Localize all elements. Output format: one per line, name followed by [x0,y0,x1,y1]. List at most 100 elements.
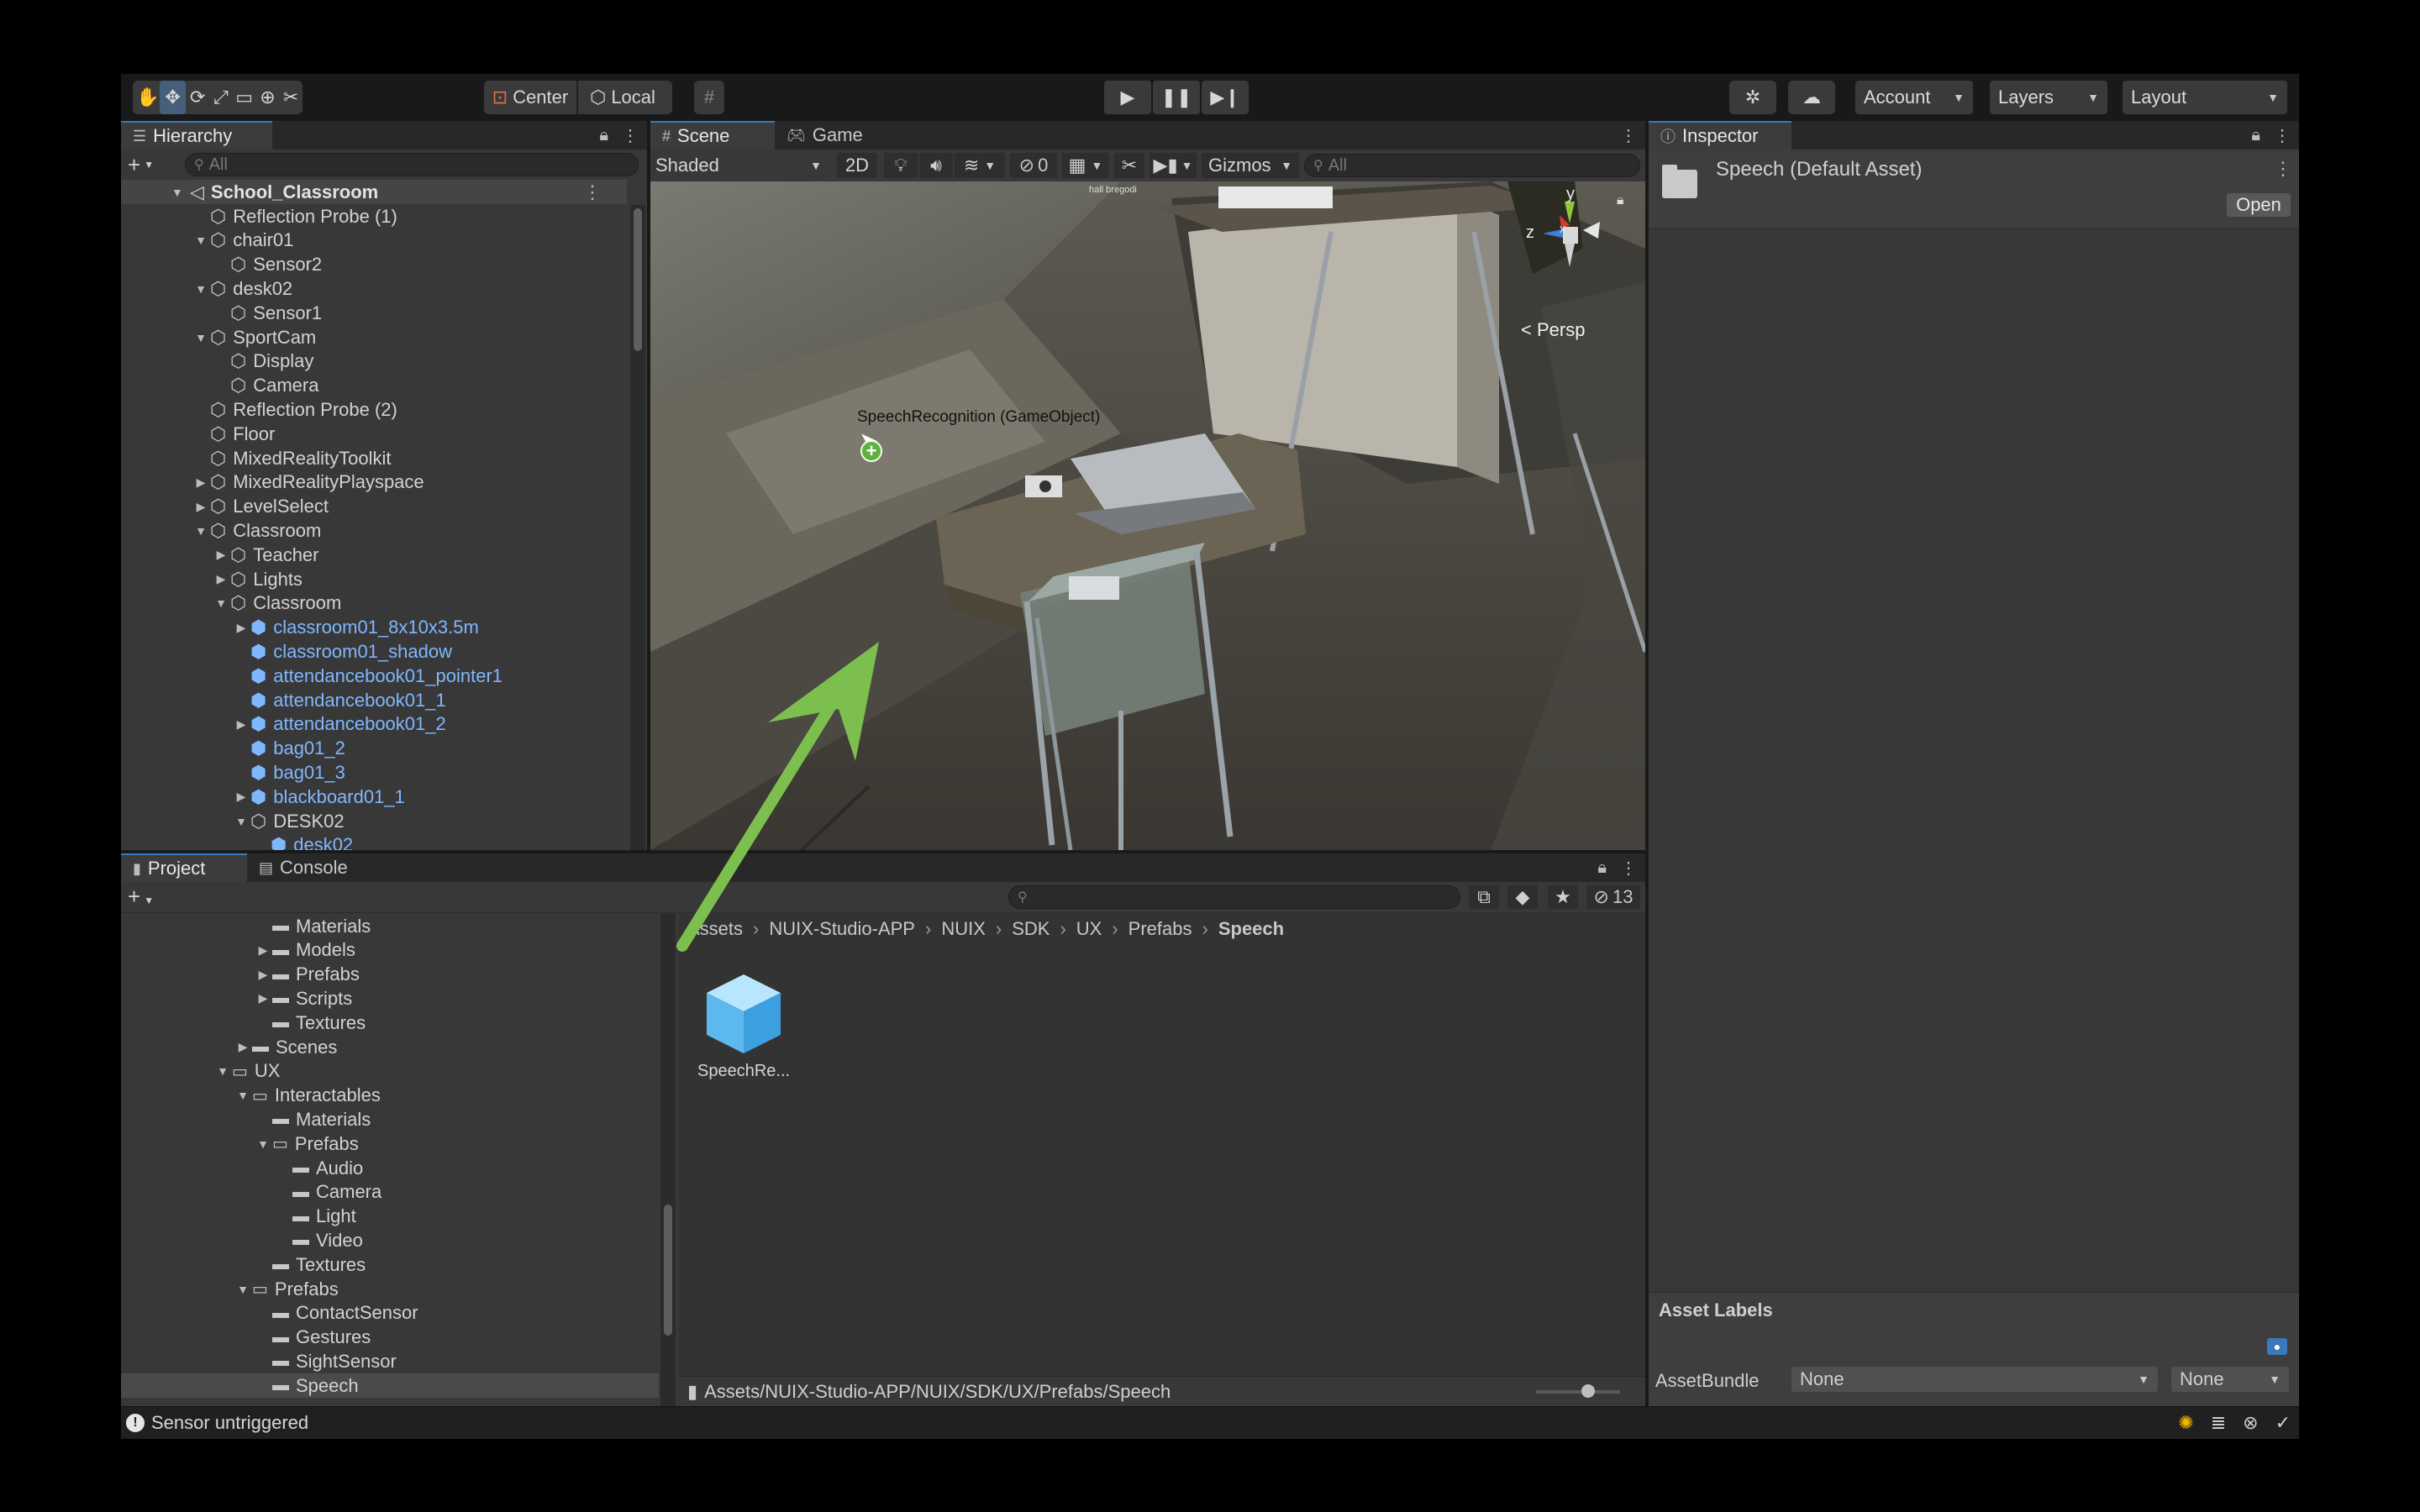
expand-arrow-icon[interactable]: ▼ [232,815,250,828]
play-button[interactable]: ▶ [1104,81,1151,114]
collapse-arrow-icon[interactable]: ▶ [192,475,210,490]
tab-inspector[interactable]: ⓘ Inspector [1649,121,1791,150]
folder-item[interactable]: ▼ ▭ Prefabs [121,1277,659,1301]
camera-settings-icon[interactable]: ▶▮ ▼ [1150,153,1197,178]
breadcrumb-item[interactable]: Speech [1218,918,1284,940]
hand-tool-icon[interactable]: ✋ [136,81,160,114]
folder-item[interactable]: ▬ Speech [121,1373,659,1399]
folder-item[interactable]: ▬ Materials [121,914,659,938]
collapse-arrow-icon[interactable]: ▶ [232,621,250,635]
folder-item[interactable]: ▬ Gestures [121,1326,659,1350]
rotate-tool-icon[interactable]: ⟳ [186,81,209,114]
hierarchy-item[interactable]: ⬡ MixedRealityToolkit [192,446,392,470]
folder-item[interactable]: ▬ Textures [121,1252,659,1277]
scale-tool-icon[interactable]: ⤢ [209,81,233,114]
breadcrumb-item[interactable]: SDK [1012,918,1050,940]
hierarchy-item[interactable]: ▼ ⬡ Classroom [212,591,341,616]
filter-by-label-icon[interactable]: ◆ [1507,885,1538,909]
effects-toggle-icon[interactable]: ≋ ▼ [955,153,1005,178]
project-search-input[interactable]: ⚲ [1008,885,1460,909]
kebab-menu-icon[interactable]: ⋮ [583,181,602,203]
hierarchy-scene-row[interactable]: ▼ ◁ School_Classroom ⋮ [121,180,627,204]
expand-arrow-icon[interactable]: ▼ [254,1137,272,1151]
hierarchy-item[interactable]: ⬢ classroom01_shadow [232,639,452,664]
collapse-arrow-icon[interactable]: ▶ [254,991,272,1005]
folder-item[interactable]: ▶ ▬ Models [121,938,659,963]
hierarchy-item[interactable]: ▶ ⬡ LevelSelect [192,495,329,519]
folder-item[interactable]: ▬ SightSensor [121,1349,659,1373]
breadcrumb-item[interactable]: Assets [687,918,743,940]
collapse-arrow-icon[interactable]: ▶ [212,572,230,586]
kebab-menu-icon[interactable]: ⋮ [2274,125,2291,146]
audio-toggle-icon[interactable]: 🔊︎ [919,153,953,178]
tab-hierarchy[interactable]: ☰ Hierarchy [121,121,272,150]
account-dropdown[interactable]: Account ▼ [1855,81,1973,114]
collapse-arrow-icon[interactable]: ▶ [254,943,272,958]
favorites-star-icon[interactable]: ★ [1548,885,1578,909]
folder-item[interactable]: ▬ Textures [121,1011,659,1035]
hierarchy-item[interactable]: ⬢ bag01_2 [232,737,345,761]
hierarchy-scrollbar[interactable] [630,205,645,850]
hierarchy-item[interactable]: ⬡ Floor [192,422,275,446]
hierarchy-item[interactable]: ⬡ Sensor2 [212,253,322,277]
hierarchy-item[interactable]: ⬡ Display [212,349,313,374]
hierarchy-item[interactable]: ▶ ⬡ MixedRealityPlayspace [192,470,424,495]
hierarchy-item[interactable]: ⬢ desk02 [252,833,353,850]
expand-arrow-icon[interactable]: ▼ [192,282,210,296]
expand-arrow-icon[interactable]: ▼ [212,596,230,610]
scene-search-input[interactable]: ⚲ All [1304,154,1640,177]
folder-item[interactable]: ▶ ▬ Scenes [121,1035,659,1059]
collab-icon[interactable]: ✲ [1729,81,1776,114]
status-message[interactable]: Sensor untriggered [151,1412,308,1434]
folder-item[interactable]: ▬ Video [121,1228,659,1252]
check-circle-icon[interactable]: ✓ [2275,1412,2291,1434]
pivot-local-button[interactable]: ⬡ Local [578,81,667,114]
hierarchy-item[interactable]: ⬡ Camera [212,374,318,398]
hierarchy-item[interactable]: ⬢ attendancebook01_pointer1 [232,664,502,688]
hierarchy-search-input[interactable]: ⚲ All [185,153,639,176]
network-icon[interactable]: ⊗ [2243,1412,2258,1434]
hierarchy-add-button[interactable]: + ▼ [128,152,154,177]
folder-item[interactable]: ▶ ▬ Prefabs [121,963,659,987]
grid-toggle-icon[interactable]: ▦ ▼ [1062,153,1109,178]
open-button[interactable]: Open [2227,193,2291,217]
bug-icon[interactable]: ✺ [2178,1412,2193,1434]
expand-arrow-icon[interactable]: ▼ [171,186,190,199]
hierarchy-item[interactable]: ⬡ Reflection Probe (1) [192,204,397,228]
tab-scene[interactable]: # Scene [650,121,775,150]
cache-server-icon[interactable]: ≣ [2211,1412,2226,1434]
slider-handle[interactable] [1581,1384,1595,1398]
folder-item[interactable]: ▬ Materials [121,1107,659,1131]
rect-tool-icon[interactable]: ▭ [233,81,256,114]
persp-label[interactable]: < Persp [1521,319,1585,341]
folder-item[interactable]: ▬ Light [121,1205,659,1229]
asset-variant-dropdown[interactable]: None ▼ [2171,1367,2289,1392]
breadcrumb-item[interactable]: NUIX [941,918,986,940]
asset-item[interactable]: SpeechRe... [697,969,790,1081]
hidden-objects-toggle[interactable]: ⊘ 0 [1010,153,1057,178]
hierarchy-item[interactable]: ⬢ attendancebook01_1 [232,688,446,712]
folder-item[interactable]: ▬ Camera [121,1180,659,1205]
move-tool-icon[interactable]: ✥ [159,81,187,114]
cloud-icon[interactable]: ☁ [1788,81,1835,114]
lock-icon[interactable]: 🔒︎ [2251,126,2260,145]
hierarchy-item[interactable]: ▼ ⬡ Classroom [192,518,321,543]
step-button[interactable]: ▶❙ [1202,81,1249,114]
folder-item[interactable]: ▼ ▭ Interactables [121,1084,659,1108]
shading-dropdown[interactable]: Shaded ▼ [655,153,829,178]
orientation-gizmo[interactable]: y z x < Persp [1491,185,1642,341]
breadcrumb-item[interactable]: UX [1076,918,1102,940]
expand-arrow-icon[interactable]: ▼ [192,234,210,247]
transform-tool-icon[interactable]: ⊕ [256,81,280,114]
gizmos-dropdown[interactable]: Gizmos ▼ [1202,153,1299,178]
folder-item[interactable]: ▶ ▬ Scripts [121,986,659,1011]
folder-item[interactable]: ▬ Audio [121,1156,659,1180]
layout-dropdown[interactable]: Layout ▼ [2123,81,2287,114]
pause-button[interactable]: ❚❚ [1153,81,1200,114]
collapse-arrow-icon[interactable]: ▶ [192,500,210,514]
label-tag-icon[interactable]: ● [2267,1338,2287,1355]
hidden-packages-toggle[interactable]: ⊘ 13 [1586,885,1640,909]
folder-item[interactable]: ▼ ▭ Prefabs [121,1131,659,1156]
lock-icon[interactable]: 🔒︎ [1597,858,1607,878]
hierarchy-item[interactable]: ▼ ⬡ SportCam [192,325,316,349]
